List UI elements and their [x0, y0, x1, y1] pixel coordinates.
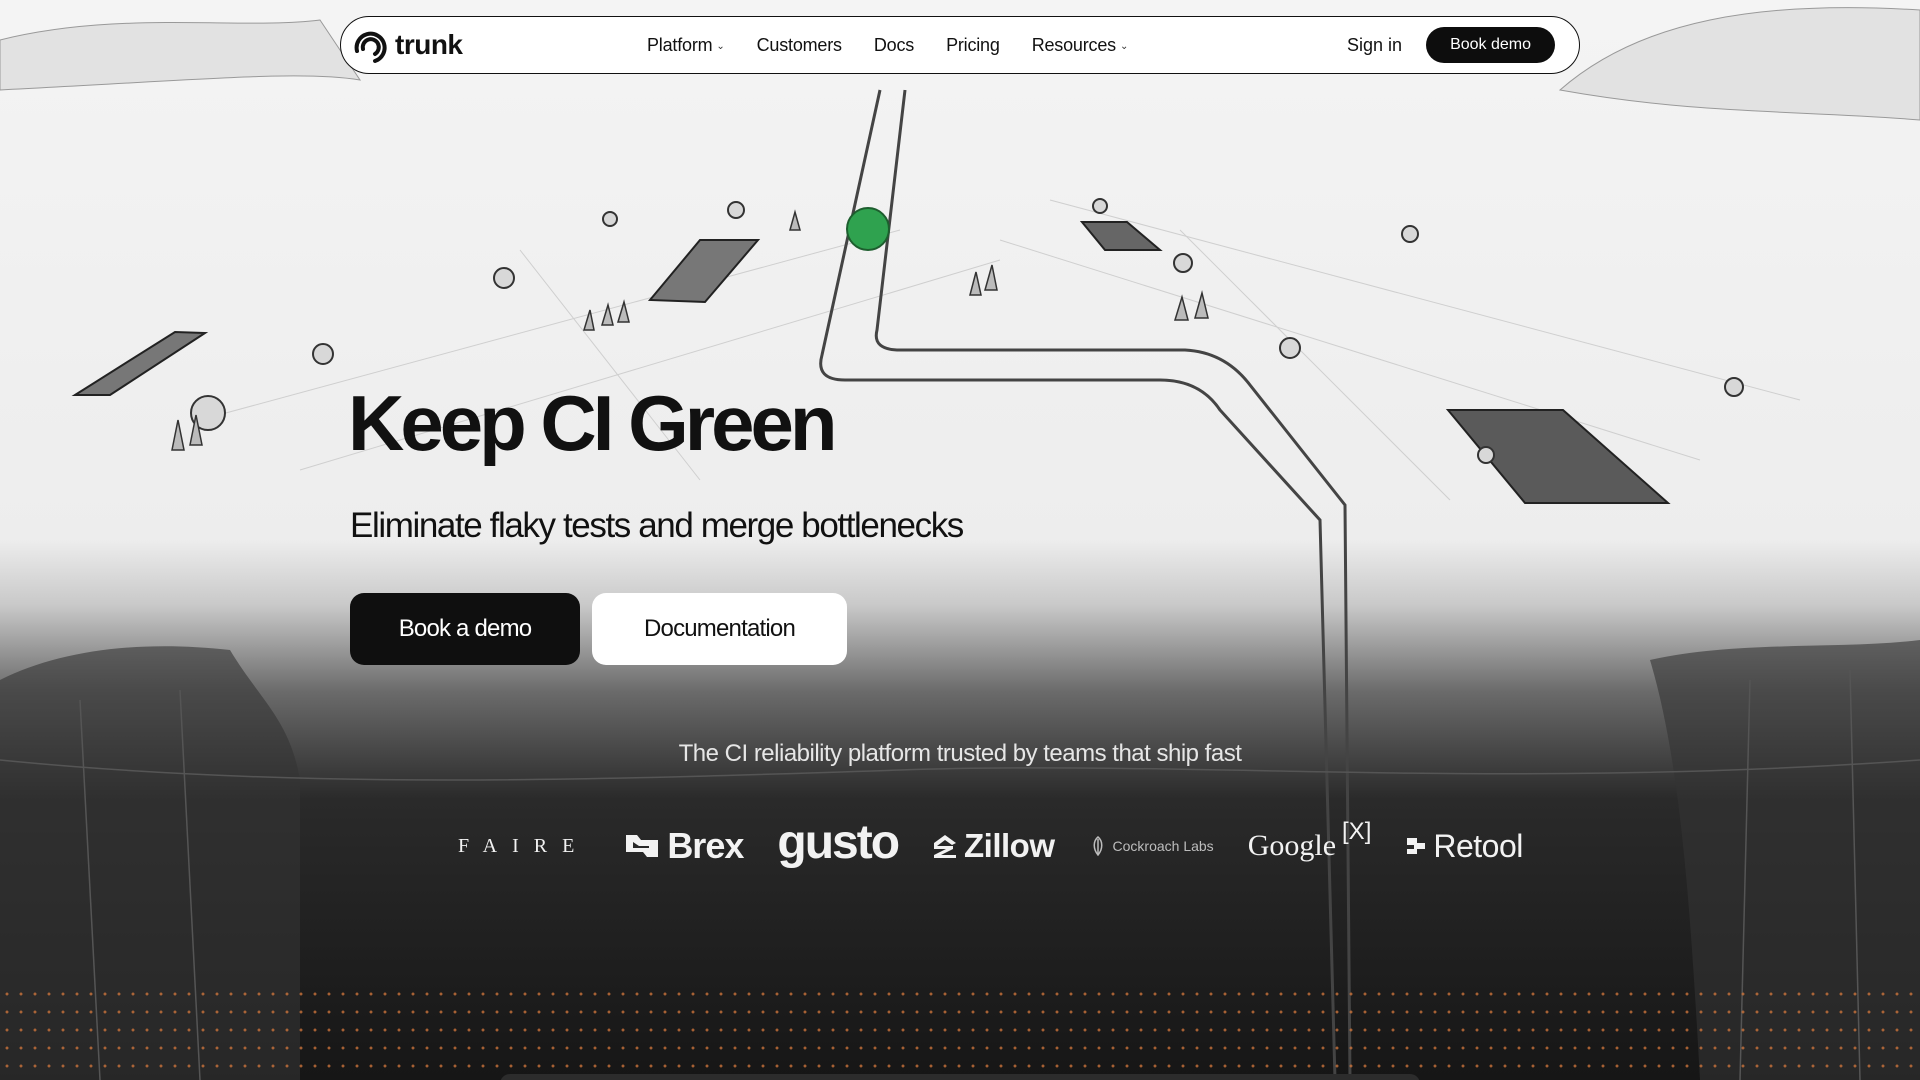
cockroach-wordmark: Cockroach Labs [1112, 838, 1214, 854]
nav-actions: Sign in Book demo [1347, 27, 1555, 63]
nav-item-label: Resources [1031, 34, 1116, 55]
chevron-down-icon: ⌄ [716, 40, 725, 52]
faire-logo: FAIRE [458, 834, 590, 857]
trunk-logo-icon [354, 31, 387, 63]
trusted-by-text: The CI reliability platform trusted by t… [678, 740, 1242, 767]
book-demo-nav-button[interactable]: Book demo [1426, 27, 1555, 63]
retool-mark-icon [1407, 838, 1426, 854]
top-navigation: trunk Platform ⌄ Customers Docs Pricing … [340, 16, 1580, 74]
gusto-logo: gusto [777, 815, 900, 869]
cockroach-mark-icon [1093, 836, 1103, 857]
documentation-button[interactable]: Documentation [592, 593, 847, 665]
google-x-logo: Google [X] [1247, 818, 1372, 863]
dotted-pattern [0, 985, 1920, 1080]
zillow-mark-icon [934, 835, 957, 858]
nav-item-docs[interactable]: Docs [874, 35, 914, 56]
chevron-down-icon: ⌄ [1119, 40, 1129, 52]
trunk-logo[interactable]: trunk [351, 25, 463, 65]
x-superscript: [X] [1342, 818, 1372, 845]
retool-wordmark: Retool [1433, 827, 1523, 864]
hero-title: Keep CI Green [348, 379, 838, 467]
hero-subtitle: Eliminate flaky tests and merge bottlene… [350, 506, 964, 545]
brex-wordmark: Brex [667, 825, 744, 866]
brex-logo: Brex [623, 825, 744, 867]
cockroach-labs-logo: Cockroach Labs [1089, 835, 1214, 857]
zillow-wordmark: Zillow [964, 827, 1055, 864]
google-wordmark: Google [1247, 829, 1337, 862]
nav-item-label: Platform [647, 34, 713, 55]
cropped-heading-shape [500, 1074, 1420, 1080]
nav-item-pricing[interactable]: Pricing [946, 35, 1000, 56]
brex-mark-icon [626, 835, 659, 857]
nav-item-platform[interactable]: Platform ⌄ [647, 35, 725, 56]
nav-item-label: Customers [756, 34, 842, 55]
nav-item-customers[interactable]: Customers [757, 35, 842, 56]
nav-item-resources[interactable]: Resources ⌄ [1031, 34, 1129, 56]
retool-logo: Retool [1405, 828, 1523, 865]
zillow-logo: Zillow [932, 827, 1055, 865]
next-section-heading-partial [0, 1068, 1920, 1080]
nav-item-label: Docs [873, 34, 915, 55]
book-a-demo-button[interactable]: Book a demo [350, 593, 580, 665]
sign-in-link[interactable]: Sign in [1347, 35, 1402, 56]
logo-text: trunk [395, 29, 463, 60]
customer-logos: FAIRE Brex gusto Zillow Cockroach Labs G… [458, 816, 1523, 872]
nav-item-label: Pricing [946, 34, 1000, 55]
nav-links: Platform ⌄ Customers Docs Pricing Resour… [647, 17, 1128, 73]
